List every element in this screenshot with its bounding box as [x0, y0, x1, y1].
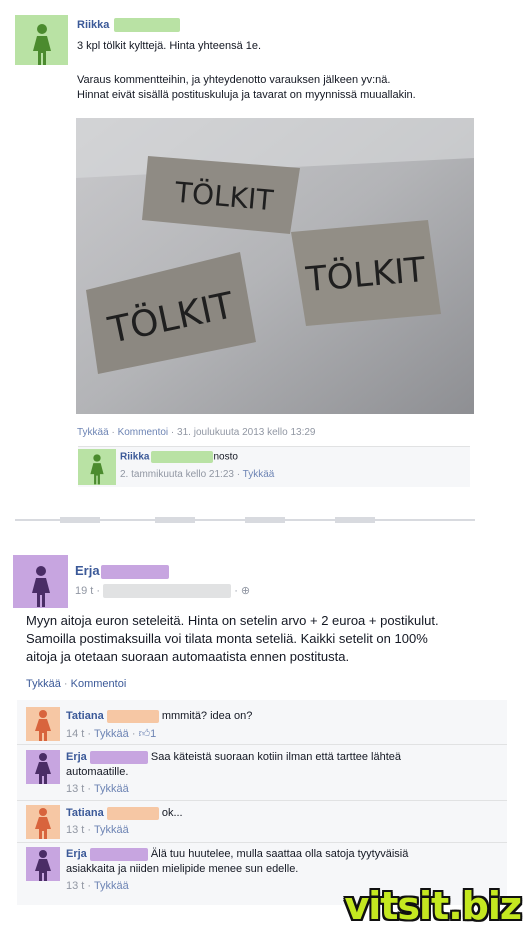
post2-text-line1: Myyn aitoja euron seteleitä. Hinta on se… [26, 613, 439, 628]
comment-timestamp[interactable]: 13 t [66, 824, 84, 836]
redacted-name-bar [100, 564, 169, 579]
female-silhouette-icon [35, 753, 51, 784]
comment-divider [17, 800, 507, 801]
post2-like-link[interactable]: Tykkää [26, 678, 61, 690]
comment-author-name[interactable]: Tatiana [66, 807, 104, 819]
redacted-name-bar [151, 451, 214, 463]
comment-author-name[interactable]: Erja [66, 848, 87, 860]
comment-divider [17, 842, 507, 843]
comment-avatar[interactable] [26, 707, 60, 741]
female-silhouette-icon [35, 710, 51, 741]
comment-like-link[interactable]: Tykkää [94, 880, 129, 892]
post2-comments: Tatiana mmmitä? idea on? 14 t · Tykkää ·… [17, 700, 507, 905]
separator-block [155, 517, 195, 523]
tolkit-signs-photo: TÖLKIT TÖLKIT TÖLKIT [76, 118, 474, 414]
comment-divider [17, 744, 507, 745]
female-silhouette-icon [35, 850, 51, 881]
comment-like-link[interactable]: Tykkää [94, 783, 129, 795]
comment-text: mmmitä? idea on? [161, 710, 253, 722]
post1-text-line1: 3 kpl tölkit kylttejä. Hinta yhteensä 1e… [77, 40, 262, 52]
post1-text-line3: Hinnat eivät sisällä postituskuluja ja t… [77, 89, 416, 101]
comment-text-line1: Älä tuu huutelee, mulla saattaa olla sat… [150, 848, 409, 860]
separator-block [60, 517, 100, 523]
comment1-timestamp[interactable]: 2. tammikuuta kello 21:23 [120, 469, 234, 480]
redacted-name-bar [114, 18, 181, 32]
post2-text-line2: Samoilla postimaksuilla voi tilata monta… [26, 631, 428, 646]
comment-text-line1: Saa käteistä suoraan kotiin ilman että t… [150, 751, 402, 763]
comment-timestamp[interactable]: 13 t [66, 783, 84, 795]
post1-timestamp[interactable]: 31. joulukuuta 2013 kello 13:29 [177, 427, 315, 438]
redacted-name-bar [106, 806, 159, 820]
comment-timestamp[interactable]: 14 t [66, 728, 84, 740]
comment-author-name[interactable]: Erja [66, 751, 87, 763]
post2-avatar[interactable] [13, 555, 68, 608]
post2-text-line3: aitoja ja otetaan suoraan automaatista e… [26, 649, 350, 664]
post1-avatar[interactable] [15, 15, 68, 65]
comment1-avatar[interactable] [78, 449, 116, 485]
redacted-name-bar [106, 709, 159, 723]
female-silhouette-icon [35, 808, 51, 839]
post1-text-line2: Varaus kommentteihin, ja yhteydenotto va… [77, 74, 391, 86]
post1-comment-link[interactable]: Kommentoi [118, 427, 169, 438]
redacted-bar [103, 584, 232, 599]
comment-like-link[interactable]: Tykkää [94, 728, 129, 740]
post2-author-name[interactable]: Erja [75, 563, 100, 578]
post1-photo[interactable]: TÖLKIT TÖLKIT TÖLKIT [76, 118, 474, 414]
comment1-author-name[interactable]: Riikka [120, 452, 149, 463]
post1-body: Varaus kommentteihin, ja yhteydenotto va… [77, 73, 416, 103]
post1-comment: Riikka nosto 2. tammikuuta kello 21:23 · … [78, 446, 470, 487]
comment-like-count[interactable]: 1 [150, 728, 156, 740]
post1-like-link[interactable]: Tykkää [77, 427, 109, 438]
post2-body: Myyn aitoja euron seteleitä. Hinta on se… [26, 612, 506, 666]
post1-actions: Tykkää · Kommentoi · 31. joulukuuta 2013… [77, 427, 316, 438]
comment-like-link[interactable]: Tykkää [94, 824, 129, 836]
post2-comment-link[interactable]: Kommentoi [71, 678, 127, 690]
separator-block [335, 517, 375, 523]
post1-author-name[interactable]: Riikka [77, 19, 109, 31]
post2-actions: Tykkää · Kommentoi [26, 678, 127, 690]
comment-avatar[interactable] [26, 805, 60, 839]
site-watermark: vitsit.biz [344, 884, 522, 928]
comment-timestamp[interactable]: 13 t [66, 880, 84, 892]
comment-text-line2: automaatille. [66, 766, 129, 778]
comment-avatar[interactable] [26, 847, 60, 881]
redacted-name-bar [89, 847, 148, 861]
comment-text-line2: asiakkaita ja niiden mielipide menee sun… [66, 863, 299, 875]
separator-block [245, 517, 285, 523]
redacted-name-bar [89, 750, 148, 764]
comment-text: ok... [161, 807, 183, 819]
female-silhouette-icon [32, 24, 51, 65]
comment-author-name[interactable]: Tatiana [66, 710, 104, 722]
comment1-like-link[interactable]: Tykkää [243, 469, 275, 480]
comment-avatar[interactable] [26, 750, 60, 784]
post2-timestamp[interactable]: 19 t [75, 585, 93, 597]
globe-icon: ⊕ [240, 585, 251, 597]
female-silhouette-icon [90, 454, 104, 485]
thumbs-up-icon: 👍︎ [138, 728, 151, 740]
comment1-text: nosto [213, 451, 238, 463]
female-silhouette-icon [31, 566, 50, 607]
